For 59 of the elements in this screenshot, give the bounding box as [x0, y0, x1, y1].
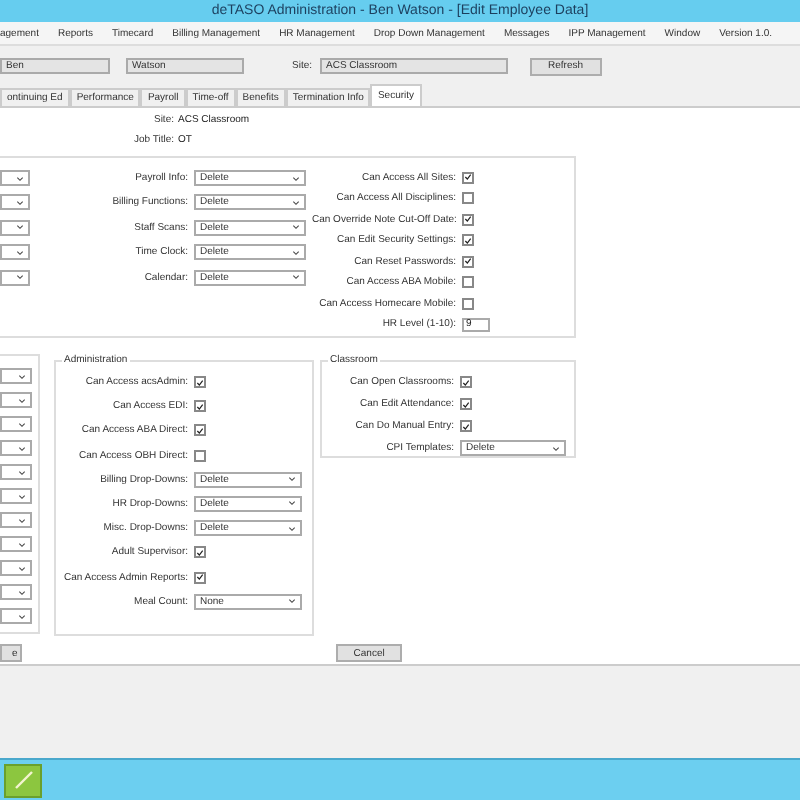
checkbox[interactable]: [194, 400, 206, 413]
checkbox[interactable]: [462, 276, 474, 288]
chevron-down-icon: [288, 525, 296, 532]
checkbox[interactable]: [194, 449, 206, 462]
chevron-down-icon: [18, 517, 26, 523]
chevron-down-icon: [18, 421, 26, 427]
chevron-down-icon: [292, 224, 300, 231]
dropdown[interactable]: [0, 560, 32, 576]
dropdown[interactable]: [0, 368, 32, 384]
chevron-down-icon: [292, 249, 300, 256]
chevron-down-icon: [18, 445, 26, 451]
chevron-down-icon: [18, 397, 26, 403]
chevron-down-icon: [292, 274, 300, 281]
checkbox[interactable]: [462, 234, 474, 246]
dropdown[interactable]: [0, 464, 32, 480]
chevron-down-icon: [16, 274, 24, 281]
dropdown[interactable]: [0, 584, 32, 600]
dropdown[interactable]: [0, 512, 32, 528]
checkbox[interactable]: [194, 376, 206, 388]
chevron-down-icon: [288, 500, 296, 507]
chevron-down-icon: [288, 476, 296, 483]
dropdown[interactable]: [0, 416, 32, 432]
checkbox[interactable]: [462, 171, 474, 183]
dropdown[interactable]: [0, 488, 32, 504]
chevron-down-icon: [552, 445, 560, 451]
chevron-down-icon: [292, 199, 300, 206]
dropdown[interactable]: [0, 608, 32, 624]
chevron-down-icon: [18, 373, 26, 379]
chevron-down-icon: [18, 589, 26, 595]
chevron-down-icon: [18, 469, 26, 475]
chevron-down-icon: [18, 541, 26, 547]
checkbox[interactable]: [462, 192, 474, 204]
dropdown[interactable]: [0, 219, 30, 236]
app-icon[interactable]: [4, 763, 42, 797]
chevron-down-icon: [16, 249, 24, 256]
checkbox[interactable]: [194, 571, 206, 583]
chevron-down-icon: [18, 613, 26, 619]
checkbox[interactable]: [462, 255, 474, 267]
dropdown[interactable]: [0, 244, 30, 261]
checkbox[interactable]: [462, 297, 474, 309]
dropdown[interactable]: [0, 194, 30, 211]
chevron-down-icon: [18, 565, 26, 571]
dropdown[interactable]: [0, 536, 32, 552]
chevron-down-icon: [288, 598, 296, 605]
chevron-down-icon: [292, 175, 300, 181]
chevron-down-icon: [18, 493, 26, 499]
chevron-down-icon: [16, 199, 24, 206]
chevron-down-icon: [16, 175, 24, 181]
checkbox[interactable]: [460, 398, 472, 410]
dropdown[interactable]: [0, 170, 30, 186]
checkbox[interactable]: [462, 213, 474, 225]
checkbox[interactable]: [460, 420, 472, 432]
checkbox[interactable]: [194, 546, 206, 559]
chevron-down-icon: [16, 224, 24, 231]
dropdown[interactable]: [0, 269, 30, 286]
checkbox[interactable]: [460, 376, 472, 388]
checkbox[interactable]: [194, 424, 206, 437]
dropdown[interactable]: [0, 392, 32, 408]
dropdown[interactable]: [0, 440, 32, 456]
